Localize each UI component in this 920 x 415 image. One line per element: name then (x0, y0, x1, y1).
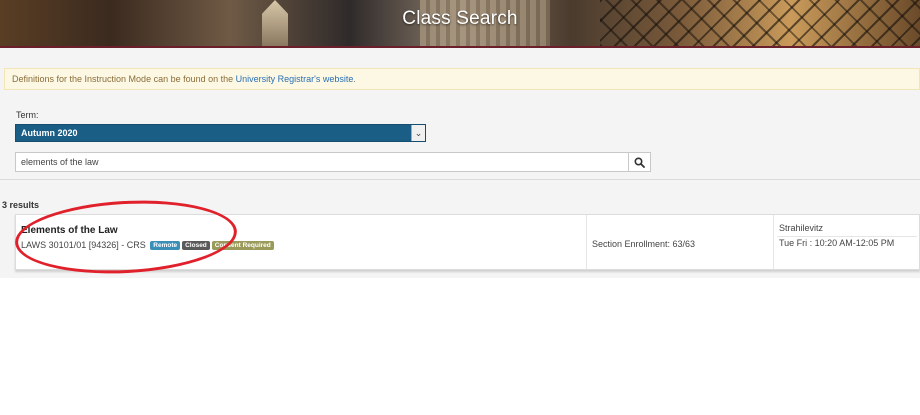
instruction-mode-alert: Definitions for the Instruction Mode can… (4, 68, 920, 90)
chevron-down-icon[interactable]: ⌄ (411, 125, 425, 141)
course-code-line: LAWS 30101/01 [94326] - CRS Remote Closed… (21, 240, 274, 250)
main-content: Definitions for the Instruction Mode can… (0, 48, 920, 278)
enrollment-cell: Section Enrollment: 63/63 (586, 215, 774, 269)
term-label: Term: (16, 110, 39, 120)
meeting-schedule: Tue Fri : 10:20 AM-12:05 PM (779, 238, 895, 248)
results-count: 3 results (2, 200, 40, 210)
consent-required-badge: Consent Required (211, 241, 274, 250)
term-selected-value: Autumn 2020 (21, 128, 78, 138)
registrar-link[interactable]: University Registrar's website (236, 74, 354, 84)
remote-badge: Remote (150, 241, 181, 250)
instructor-name: Strahilevitz (779, 223, 824, 233)
page-title: Class Search (402, 8, 518, 29)
term-select[interactable]: Autumn 2020 ⌄ (15, 124, 426, 142)
section-enrollment: Section Enrollment: 63/63 (592, 239, 696, 249)
closed-badge: Closed (182, 241, 210, 250)
search-input[interactable]: elements of the law (15, 152, 629, 172)
alert-suffix: . (353, 74, 356, 84)
section-divider (0, 179, 920, 180)
instructor-schedule-cell: Strahilevitz Tue Fri : 10:20 AM-12:05 PM (773, 215, 920, 269)
result-row[interactable]: Elements of the Law LAWS 30101/01 [94326… (15, 214, 920, 270)
course-info-cell: Elements of the Law LAWS 30101/01 [94326… (16, 215, 587, 269)
search-button[interactable] (629, 152, 651, 172)
course-code: LAWS 30101/01 [94326] - CRS (21, 240, 146, 250)
header-banner: Class Search (0, 0, 920, 48)
search-bar: elements of the law (15, 152, 651, 172)
cell-separator (777, 236, 917, 237)
course-title[interactable]: Elements of the Law (21, 225, 118, 236)
search-icon (634, 157, 645, 168)
alert-text: Definitions for the Instruction Mode can… (12, 74, 236, 84)
